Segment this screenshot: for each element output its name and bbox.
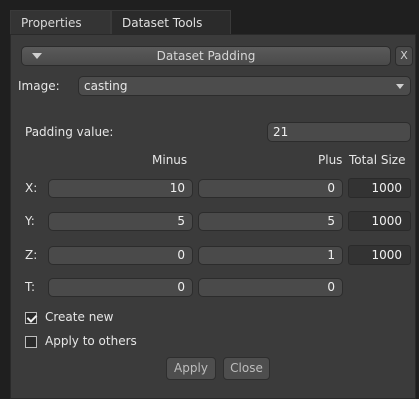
apply-to-others-checkbox[interactable] xyxy=(25,336,37,348)
image-label: Image: xyxy=(18,79,60,93)
apply-button[interactable]: Apply xyxy=(166,357,216,380)
section-title: Dataset Padding xyxy=(156,49,256,63)
t-minus-input[interactable]: 0 xyxy=(48,278,193,297)
dataset-tools-window: Properties Dataset Tools Dataset Padding… xyxy=(10,8,416,399)
y-total-size: 1000 xyxy=(348,211,411,231)
axis-label-y: Y: xyxy=(25,214,35,228)
axis-label-z: Z: xyxy=(25,248,38,262)
minus-column-header: Minus xyxy=(152,153,188,167)
x-minus-input[interactable]: 10 xyxy=(48,179,193,198)
x-plus-input[interactable]: 0 xyxy=(198,179,343,198)
close-section-button[interactable]: X xyxy=(395,46,413,66)
padding-value-label: Padding value: xyxy=(25,125,114,139)
image-select[interactable]: casting xyxy=(78,76,411,96)
x-total-size: 1000 xyxy=(348,178,411,198)
axis-label-t: T: xyxy=(25,280,36,294)
image-select-value: casting xyxy=(84,79,128,93)
padding-value-input[interactable]: 21 xyxy=(267,122,411,142)
tab-dataset-tools[interactable]: Dataset Tools xyxy=(111,10,231,34)
y-minus-input[interactable]: 5 xyxy=(48,212,193,231)
z-total-size: 1000 xyxy=(348,245,411,265)
create-new-label[interactable]: Create new xyxy=(45,310,114,324)
plus-column-header: Plus xyxy=(318,153,343,167)
create-new-checkbox[interactable] xyxy=(25,312,37,324)
tab-bar: Properties Dataset Tools xyxy=(10,8,416,34)
chevron-down-icon xyxy=(396,84,404,89)
t-plus-input[interactable]: 0 xyxy=(198,278,343,297)
tab-properties[interactable]: Properties xyxy=(10,10,111,34)
axis-label-x: X: xyxy=(25,181,38,195)
z-plus-input[interactable]: 1 xyxy=(198,246,343,265)
close-button[interactable]: Close xyxy=(223,357,270,380)
total-size-column-header: Total Size xyxy=(349,153,406,167)
z-minus-input[interactable]: 0 xyxy=(48,246,193,265)
y-plus-input[interactable]: 5 xyxy=(198,212,343,231)
section-header[interactable]: Dataset Padding xyxy=(21,46,391,66)
dataset-padding-panel: Dataset Padding X Image: casting Padding… xyxy=(10,34,416,399)
apply-to-others-label[interactable]: Apply to others xyxy=(45,334,137,348)
